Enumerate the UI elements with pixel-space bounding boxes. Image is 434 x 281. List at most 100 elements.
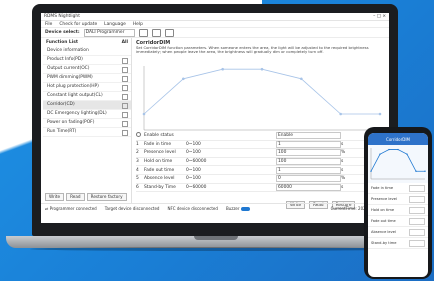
- param-index: 4: [136, 167, 139, 173]
- chart-point: [388, 148, 390, 151]
- param-name: Fade out time: [144, 167, 175, 173]
- target-status: Target device disconnected: [104, 205, 160, 211]
- function-item-label: PWM dimming(PWM): [47, 75, 93, 80]
- param-value-input[interactable]: 1: [276, 166, 341, 174]
- section-description: Set CorridorDIM function parameters. Whe…: [136, 45, 369, 55]
- function-item-label: Product Info(PD): [47, 57, 83, 62]
- phone-param-label: Fade out time: [371, 219, 396, 223]
- phone-param-input[interactable]: [409, 228, 425, 236]
- function-item[interactable]: PWM dimming(PWM): [43, 74, 131, 83]
- phone-param-label: Absence level: [371, 230, 396, 234]
- chart-point: [378, 112, 382, 116]
- device-select[interactable]: DALI Programmer: [83, 28, 135, 37]
- save-icon[interactable]: [151, 28, 161, 37]
- param-row: 2 Presence level 0~100 100%: [136, 149, 388, 158]
- function-list: Device information Product Info(PD) Output…: [43, 47, 131, 137]
- phone-param-input[interactable]: [409, 184, 425, 192]
- chart-point: [406, 153, 408, 155]
- param-range: 0~100: [186, 141, 201, 147]
- param-value-input[interactable]: 60000: [276, 183, 341, 191]
- write-button[interactable]: Write: [45, 193, 65, 201]
- menu-bar: File Check for update Language Help: [41, 21, 389, 28]
- laptop-notch: [194, 236, 238, 240]
- left-button-row: Write Read Restore factory: [43, 191, 131, 203]
- function-item[interactable]: Corridor(CD): [43, 101, 131, 110]
- window-title: RDMS Nightlight: [44, 14, 80, 19]
- parameter-table: Enable status Enable 1 Fade in time 0~100 1…: [136, 132, 388, 193]
- function-item[interactable]: Product Info(PD): [43, 56, 131, 65]
- laptop-shadow: [30, 247, 400, 251]
- minimize-icon[interactable]: –: [373, 14, 375, 19]
- close-icon[interactable]: ×: [382, 14, 386, 19]
- connect-icon[interactable]: [138, 28, 148, 37]
- param-value-input[interactable]: 100: [276, 149, 341, 157]
- phone-param-input[interactable]: [409, 206, 425, 214]
- buzzer-control: Buzzer: [226, 206, 250, 211]
- param-unit: %: [341, 150, 346, 156]
- menu-language[interactable]: Language: [104, 22, 126, 27]
- function-checkbox[interactable]: [122, 94, 128, 100]
- param-unit: s: [341, 184, 344, 190]
- phone-param-input[interactable]: [409, 239, 425, 247]
- enable-status-label: Enable status: [144, 133, 174, 139]
- function-checkbox[interactable]: [122, 76, 128, 82]
- param-range: 0~60000: [186, 159, 207, 165]
- nfc-status: NFC device disconnected: [167, 205, 218, 211]
- param-index: 1: [136, 141, 139, 147]
- restore-factory-button[interactable]: Restore factory: [86, 193, 127, 201]
- param-header-radio[interactable]: [136, 132, 144, 139]
- phone-param-label: Stand-by time: [371, 241, 397, 245]
- function-checkbox[interactable]: [122, 58, 128, 64]
- function-item[interactable]: Power on fading(POF): [43, 119, 131, 128]
- phone-param-input[interactable]: [409, 195, 425, 203]
- function-item[interactable]: Device information: [43, 47, 131, 56]
- select-all-toggle[interactable]: All: [122, 40, 128, 45]
- open-icon[interactable]: [164, 28, 174, 37]
- device-bar: Device select: DALI Programmer: [41, 28, 389, 38]
- function-checkbox[interactable]: [122, 103, 128, 109]
- chart-point: [339, 112, 342, 116]
- chart-point: [379, 153, 381, 155]
- function-item[interactable]: Constant light output(CL): [43, 92, 131, 101]
- menu-help[interactable]: Help: [133, 22, 143, 27]
- phone-param-input[interactable]: [409, 217, 425, 225]
- function-item[interactable]: Hot plug protection(HP): [43, 83, 131, 92]
- function-item-label: Run Time(RT): [47, 129, 77, 134]
- phone-param-list: Fade in time Presence level Hold on time Fa…: [368, 183, 428, 249]
- device-label: Device select:: [45, 30, 80, 35]
- phone-param-row: Hold on time: [368, 205, 428, 216]
- param-value-input[interactable]: 0: [276, 175, 341, 183]
- param-range: 0~100: [186, 176, 201, 182]
- param-range: 0~100: [186, 150, 201, 156]
- phone-param-row: Fade in time: [368, 183, 428, 194]
- function-item-label: Constant light output(CL): [47, 93, 103, 98]
- function-checkbox[interactable]: [122, 85, 128, 91]
- corridor-chart: [142, 66, 382, 131]
- menu-check-update[interactable]: Check for update: [59, 22, 97, 27]
- param-row: 4 Fade out time 0~100 1 s: [136, 166, 388, 175]
- function-item[interactable]: Run Time(RT): [43, 128, 131, 137]
- param-index: 5: [136, 176, 139, 182]
- function-item[interactable]: Output current(OC): [43, 65, 131, 74]
- buzzer-toggle[interactable]: [240, 206, 250, 211]
- param-range: 0~100: [186, 167, 201, 173]
- chart-point: [182, 77, 185, 81]
- function-item-label: DC Emergency lighting(DL): [47, 111, 107, 116]
- param-value-input[interactable]: 1: [276, 140, 341, 148]
- function-checkbox[interactable]: [122, 67, 128, 73]
- function-checkbox[interactable]: [122, 121, 128, 127]
- phone-param-row: Fade out time: [368, 216, 428, 227]
- window-titlebar: RDMS Nightlight – □ ×: [41, 13, 389, 21]
- param-row: 5 Absence level 0~100 0%: [136, 175, 388, 184]
- read-button[interactable]: Read: [66, 193, 85, 201]
- function-item[interactable]: DC Emergency lighting(DL): [43, 110, 131, 119]
- menu-file[interactable]: File: [45, 22, 52, 27]
- buzzer-label: Buzzer: [225, 205, 240, 211]
- phone-param-row: Stand-by time: [368, 238, 428, 249]
- function-list-title: Function List: [46, 40, 78, 45]
- function-checkbox[interactable]: [122, 112, 128, 118]
- enable-select[interactable]: Enable: [276, 132, 341, 140]
- param-value-input[interactable]: 100: [276, 158, 341, 166]
- maximize-icon[interactable]: □: [377, 14, 381, 19]
- function-checkbox[interactable]: [122, 130, 128, 136]
